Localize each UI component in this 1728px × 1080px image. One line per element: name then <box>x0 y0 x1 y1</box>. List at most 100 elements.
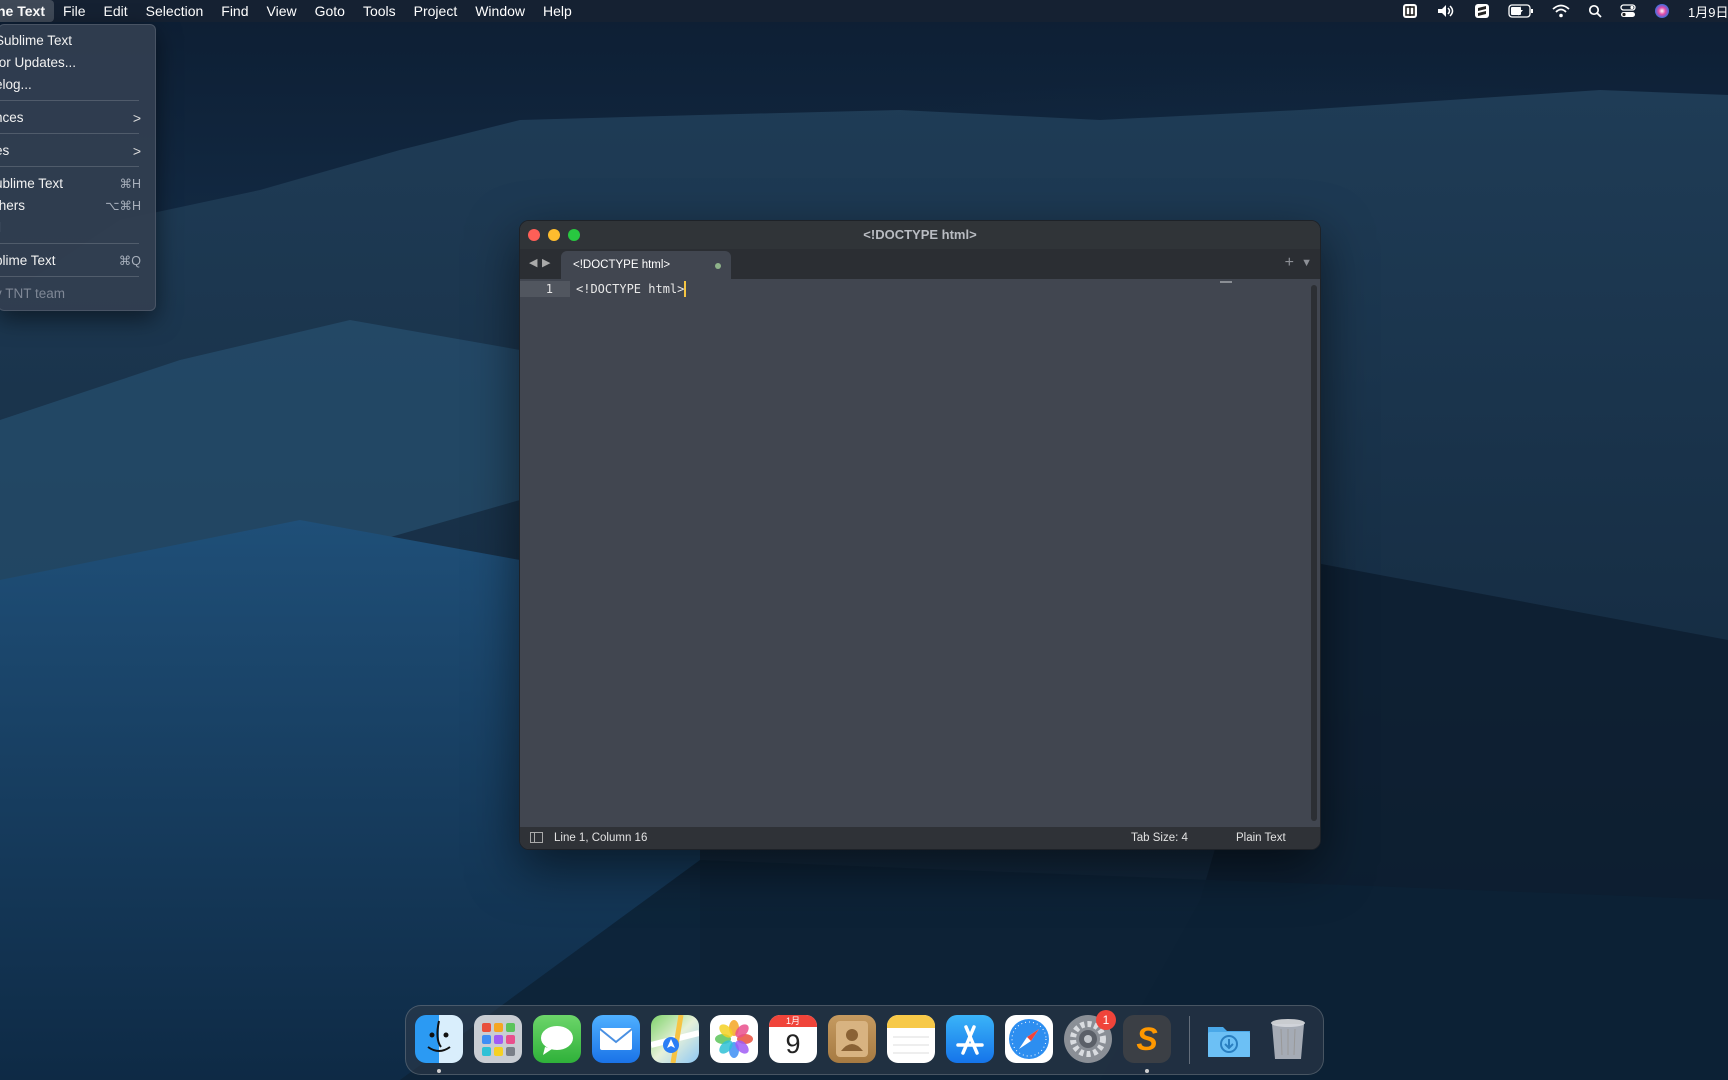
menu-item-shortcut: ⌥⌘H <box>105 199 141 213</box>
chevron-right-icon: > <box>132 143 141 159</box>
maps-icon[interactable] <box>651 1015 699 1063</box>
messages-icon[interactable] <box>533 1015 581 1063</box>
nav-forward-icon[interactable]: ▶ <box>542 256 550 269</box>
cursor-position[interactable]: Line 1, Column 16 <box>554 827 647 849</box>
contacts-icon[interactable] <box>828 1015 876 1063</box>
menu-item-hide-others[interactable]: thers ⌥⌘H <box>0 196 155 216</box>
menu-goto[interactable]: Goto <box>306 0 354 22</box>
menu-help[interactable]: Help <box>534 0 581 22</box>
sublime-menu-icon[interactable] <box>1474 3 1490 19</box>
menu-item-shortcut: ⌘Q <box>118 254 141 268</box>
app-menu-dropdown: Sublime Text for Updates... elog... nces… <box>0 24 156 311</box>
menu-file[interactable]: File <box>54 0 95 22</box>
input-method-icon[interactable] <box>1402 3 1418 19</box>
control-center-icon[interactable] <box>1620 4 1636 18</box>
menu-item-changelog[interactable]: elog... <box>0 75 155 95</box>
menu-item-label: Sublime Text <box>0 33 73 48</box>
close-button[interactable] <box>528 229 540 241</box>
menu-item-check-updates[interactable]: for Updates... <box>0 53 155 73</box>
sublime-logo: S <box>1136 1021 1158 1057</box>
menu-find[interactable]: Find <box>212 0 257 22</box>
window-title: <!DOCTYPE html> <box>863 227 977 242</box>
dock: 1月 9 1 S <box>405 1005 1324 1075</box>
clock[interactable]: 1月9日 <box>1688 2 1728 21</box>
menu-item-hide[interactable]: ublime Text ⌘H <box>0 174 155 194</box>
menu-item-about[interactable]: Sublime Text <box>0 31 155 51</box>
menu-item-label: thers <box>0 198 26 213</box>
sublime-text-icon[interactable]: S <box>1123 1015 1171 1063</box>
menu-item-label: y TNT team <box>0 286 66 301</box>
tab-doctype-html[interactable]: <!DOCTYPE html> <box>561 251 731 279</box>
line-number: 1 <box>545 282 553 296</box>
launchpad-icon[interactable] <box>474 1015 522 1063</box>
menu-item-label: blime Text <box>0 253 56 268</box>
safari-icon[interactable] <box>1005 1015 1053 1063</box>
downloads-folder-icon[interactable] <box>1205 1015 1253 1063</box>
text-caret <box>684 281 687 297</box>
menu-app[interactable]: ne Text <box>0 0 54 22</box>
mail-icon[interactable] <box>592 1015 640 1063</box>
menu-item-label: for Updates... <box>0 55 77 70</box>
status-bar: Line 1, Column 16 Tab Size: 4 Plain Text <box>520 827 1320 849</box>
calendar-month: 1月 <box>769 1015 817 1027</box>
text-editor[interactable]: 1 <!DOCTYPE html> <box>520 279 1320 827</box>
menu-item-services[interactable]: es > <box>0 141 155 161</box>
volume-icon[interactable] <box>1436 3 1456 19</box>
menu-separator <box>0 276 139 277</box>
dock-separator <box>1189 1016 1190 1064</box>
tab-size-setting[interactable]: Tab Size: 4 <box>1131 827 1188 849</box>
sidebar-toggle-icon[interactable] <box>530 832 543 843</box>
minimize-button[interactable] <box>548 229 560 241</box>
code-text: <!DOCTYPE html> <box>576 282 685 296</box>
notes-icon[interactable] <box>887 1015 935 1063</box>
menu-item-quit[interactable]: blime Text ⌘Q <box>0 251 155 271</box>
finder-icon[interactable] <box>415 1015 463 1063</box>
trash-icon[interactable] <box>1264 1015 1312 1063</box>
tab-label: <!DOCTYPE html> <box>573 259 671 271</box>
menu-bar: ne Text File Edit Selection Find View Go… <box>0 0 1728 22</box>
running-indicator <box>1145 1069 1149 1073</box>
unsaved-dot-icon[interactable] <box>715 263 721 269</box>
menu-separator <box>0 243 139 244</box>
menu-item-label: es <box>0 143 10 158</box>
syntax-setting[interactable]: Plain Text <box>1236 827 1286 849</box>
menu-view[interactable]: View <box>258 0 306 22</box>
menu-item-label: elog... <box>0 77 32 92</box>
menu-edit[interactable]: Edit <box>95 0 137 22</box>
code-line[interactable]: <!DOCTYPE html> <box>576 281 687 297</box>
sublime-window: <!DOCTYPE html> ◀ ▶ <!DOCTYPE html> + ▼ … <box>519 220 1321 850</box>
menu-item-show-all: ll <box>0 218 155 238</box>
siri-icon[interactable] <box>1654 3 1670 19</box>
calendar-day: 9 <box>785 1029 801 1059</box>
menu-item-shortcut: ⌘H <box>119 177 141 191</box>
chevron-right-icon: > <box>132 110 141 126</box>
photos-icon[interactable] <box>710 1015 758 1063</box>
menu-item-credits: y TNT team <box>0 284 155 304</box>
menu-item-label: ublime Text <box>0 176 64 191</box>
title-bar[interactable]: <!DOCTYPE html> <box>520 221 1320 249</box>
vertical-scrollbar[interactable] <box>1311 285 1317 821</box>
battery-icon[interactable] <box>1508 4 1534 18</box>
tab-list-chevron-down-icon[interactable]: ▼ <box>1301 257 1312 269</box>
status-menu-area: 1月9日 <box>1402 0 1728 22</box>
menu-project[interactable]: Project <box>405 0 467 22</box>
menu-separator <box>0 100 139 101</box>
menu-tools[interactable]: Tools <box>354 0 405 22</box>
menu-window[interactable]: Window <box>466 0 534 22</box>
running-indicator <box>437 1069 441 1073</box>
minimap[interactable] <box>1220 281 1232 283</box>
wifi-icon[interactable] <box>1552 4 1570 18</box>
menu-separator <box>0 133 139 134</box>
menu-item-preferences[interactable]: nces > <box>0 108 155 128</box>
nav-back-icon[interactable]: ◀ <box>529 256 537 269</box>
menu-item-label: ll <box>0 218 1 238</box>
zoom-button[interactable] <box>568 229 580 241</box>
menu-item-label: nces <box>0 110 24 125</box>
search-icon[interactable] <box>1588 4 1602 18</box>
menu-selection[interactable]: Selection <box>137 0 213 22</box>
calendar-icon[interactable]: 1月 9 <box>769 1015 817 1063</box>
app-store-icon[interactable] <box>946 1015 994 1063</box>
notification-badge: 1 <box>1096 1010 1116 1030</box>
tab-bar: ◀ ▶ <!DOCTYPE html> + ▼ <box>520 249 1320 279</box>
new-tab-button[interactable]: + <box>1285 254 1294 272</box>
